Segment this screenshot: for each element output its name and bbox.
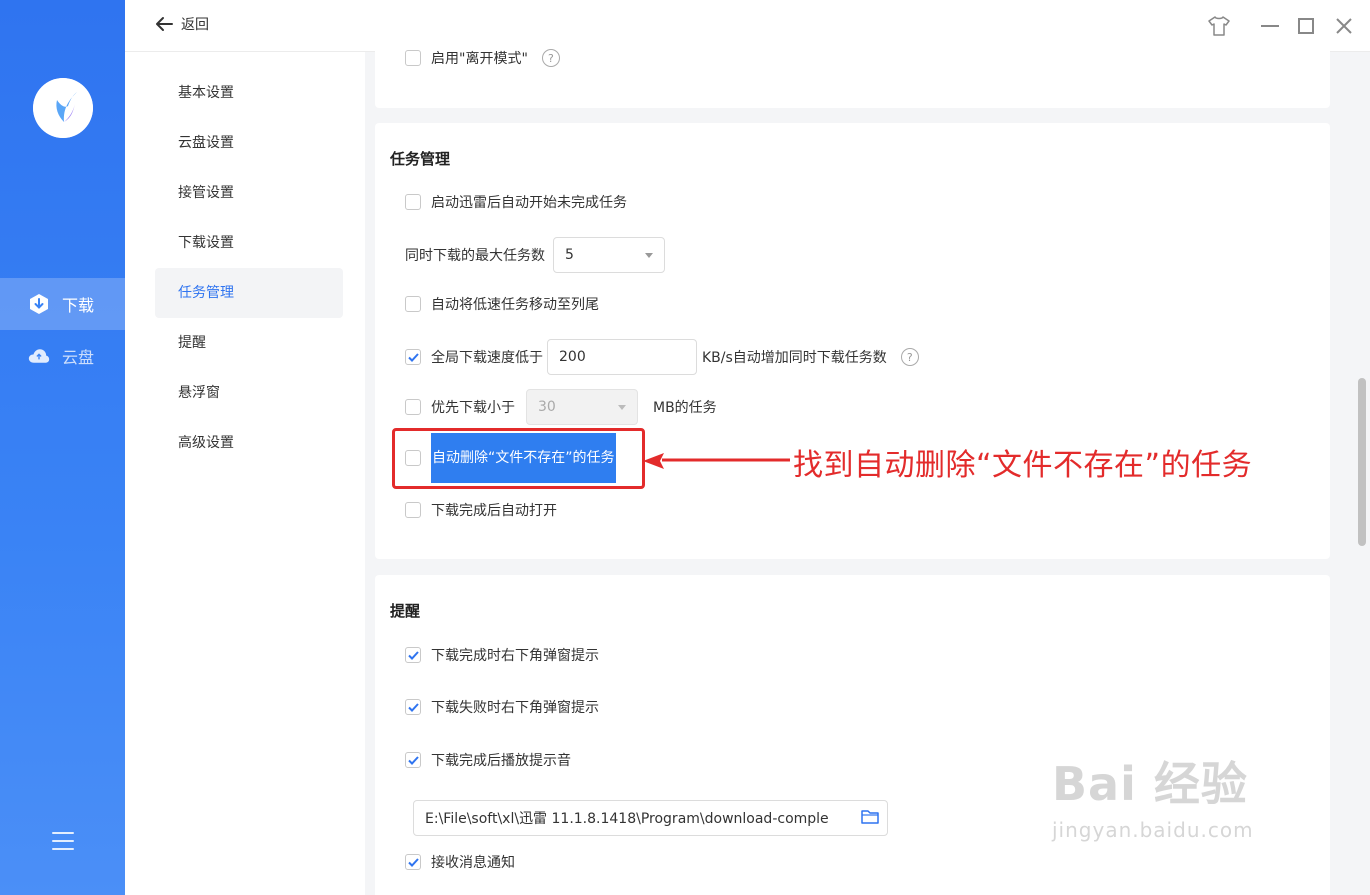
app-logo: [33, 78, 93, 138]
receive-notice-checkbox[interactable]: [405, 854, 421, 870]
away-mode-checkbox[interactable]: [405, 50, 421, 66]
nav-item-task-management[interactable]: 任务管理: [155, 268, 343, 318]
close-button[interactable]: [1331, 13, 1357, 39]
sound-path-input[interactable]: E:\File\soft\xl\迅雷 11.1.8.1418\Program\d…: [413, 800, 888, 836]
download-shield-icon: [28, 293, 50, 315]
chevron-down-icon: [618, 404, 626, 410]
menu-icon[interactable]: [52, 832, 74, 852]
watermark-url: jingyan.baidu.com: [1052, 818, 1254, 842]
rail-item-download[interactable]: 下载: [0, 278, 125, 330]
speed-value: 200: [559, 349, 586, 365]
auto-open-label: 下载完成后自动打开: [431, 503, 557, 519]
small-first-prefix-label: 优先下载小于: [431, 400, 515, 416]
away-mode-label: 启用"离开模式": [431, 51, 528, 67]
back-button[interactable]: 返回: [155, 14, 209, 34]
away-mode-row: 启用"离开模式" ?: [405, 46, 560, 70]
done-popup-checkbox[interactable]: [405, 647, 421, 663]
auto-start-row: 启动迅雷后自动开始未完成任务: [405, 190, 627, 214]
receive-notice-label: 接收消息通知: [431, 855, 515, 871]
nav-item-basic[interactable]: 基本设置: [155, 68, 343, 118]
annotation-text: 找到自动删除“文件不存在”的任务: [793, 448, 1253, 483]
done-sound-label: 下载完成后播放提示音: [431, 753, 571, 769]
done-sound-checkbox[interactable]: [405, 752, 421, 768]
speed-row: 全局下载速度低于 200 KB/s自动增加同时下载任务数 ?: [405, 338, 919, 376]
small-first-value: 30: [538, 399, 556, 415]
settings-nav: 基本设置 云盘设置 接管设置 下载设置 任务管理 提醒 悬浮窗 高级设置: [125, 52, 365, 895]
chevron-down-icon: [645, 252, 653, 258]
sound-path-value: E:\File\soft\xl\迅雷 11.1.8.1418\Program\d…: [425, 811, 829, 827]
auto-start-checkbox[interactable]: [405, 194, 421, 210]
help-icon[interactable]: ?: [900, 348, 919, 366]
small-first-suffix-label: MB的任务: [653, 400, 717, 416]
receive-notice-row: 接收消息通知: [405, 850, 515, 874]
section-title: 任务管理: [390, 150, 451, 168]
skin-button[interactable]: [1206, 13, 1232, 39]
move-slow-checkbox[interactable]: [405, 296, 421, 312]
shirt-icon: [1208, 16, 1230, 36]
sound-path-row: E:\File\soft\xl\迅雷 11.1.8.1418\Program\d…: [413, 799, 888, 837]
small-first-checkbox[interactable]: [405, 399, 421, 415]
small-first-select[interactable]: 30: [526, 389, 638, 425]
done-sound-row: 下载完成后播放提示音: [405, 748, 571, 772]
max-tasks-select[interactable]: 5: [553, 237, 665, 273]
nav-item-advanced[interactable]: 高级设置: [155, 418, 343, 468]
annotation-arrow-icon: [643, 453, 790, 469]
rail-item-label: 云盘: [62, 348, 95, 367]
nav-item-floating-window[interactable]: 悬浮窗: [155, 368, 343, 418]
watermark: Bai 经验 jingyan.baidu.com: [1052, 748, 1254, 842]
arrow-left-icon: [156, 17, 173, 31]
watermark-logo-text: Bai 经验: [1052, 757, 1248, 811]
small-first-row: 优先下载小于 30 MB的任务: [405, 388, 717, 426]
rail-item-label: 下载: [62, 296, 95, 315]
maximize-button[interactable]: [1293, 13, 1319, 39]
auto-open-checkbox[interactable]: [405, 502, 421, 518]
max-tasks-label: 同时下载的最大任务数: [405, 248, 545, 264]
cloud-icon: [28, 345, 50, 367]
minimize-button[interactable]: [1257, 13, 1283, 39]
close-icon: [1336, 18, 1352, 34]
speed-checkbox[interactable]: [405, 349, 421, 365]
fail-popup-label: 下载失败时右下角弹窗提示: [431, 700, 599, 716]
annotation-highlight-box: [392, 428, 645, 489]
fail-popup-checkbox[interactable]: [405, 699, 421, 715]
speed-suffix-label: KB/s自动增加同时下载任务数: [702, 350, 887, 366]
auto-start-label: 启动迅雷后自动开始未完成任务: [431, 195, 627, 211]
speed-prefix-label: 全局下载速度低于: [431, 350, 543, 366]
move-slow-label: 自动将低速任务移动至列尾: [431, 297, 599, 313]
move-slow-row: 自动将低速任务移动至列尾: [405, 292, 599, 316]
back-label: 返回: [181, 17, 209, 33]
nav-item-reminder[interactable]: 提醒: [155, 318, 343, 368]
left-rail: 下载 云盘: [0, 0, 125, 895]
nav-item-download[interactable]: 下载设置: [155, 218, 343, 268]
minimize-icon: [1261, 25, 1279, 27]
scrollbar[interactable]: [1358, 378, 1366, 546]
folder-icon[interactable]: [861, 809, 879, 828]
task-management-card: 任务管理 启动迅雷后自动开始未完成任务 同时下载的最大任务数 5 自动将低速任务…: [375, 123, 1330, 559]
help-icon[interactable]: ?: [541, 49, 560, 67]
max-tasks-value: 5: [565, 247, 574, 263]
done-popup-label: 下载完成时右下角弹窗提示: [431, 648, 599, 664]
speed-input[interactable]: 200: [547, 339, 697, 375]
fail-popup-row: 下载失败时右下角弹窗提示: [405, 695, 599, 719]
away-mode-card: 启用"离开模式" ?: [375, 40, 1330, 108]
rail-item-cloud[interactable]: 云盘: [0, 330, 125, 382]
maximize-icon: [1298, 18, 1314, 34]
nav-item-cloud[interactable]: 云盘设置: [155, 118, 343, 168]
done-popup-row: 下载完成时右下角弹窗提示: [405, 643, 599, 667]
reminder-card: 提醒 下载完成时右下角弹窗提示 下载失败时右下角弹窗提示 下载完成后播放提示音 …: [375, 575, 1330, 895]
auto-open-row: 下载完成后自动打开: [405, 498, 557, 522]
nav-item-takeover[interactable]: 接管设置: [155, 168, 343, 218]
max-tasks-row: 同时下载的最大任务数 5: [405, 236, 665, 274]
section-title: 提醒: [390, 602, 421, 620]
